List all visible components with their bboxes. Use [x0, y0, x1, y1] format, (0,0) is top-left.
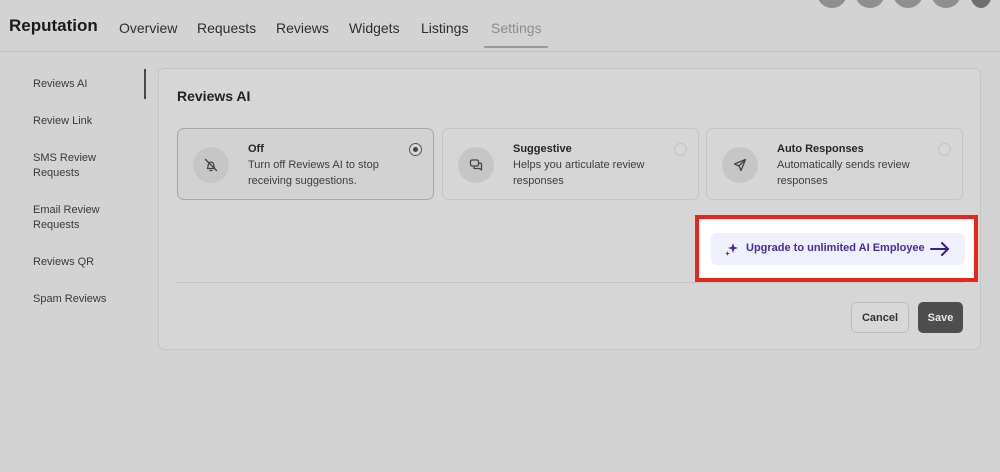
- arrow-right-icon: [929, 240, 951, 263]
- tab-reviews[interactable]: Reviews: [276, 20, 329, 36]
- tab-requests[interactable]: Requests: [197, 20, 256, 36]
- sidebar-item-review-link[interactable]: Review Link: [33, 114, 138, 129]
- radio-auto-responses[interactable]: [938, 143, 951, 156]
- option-title: Suggestive: [513, 143, 572, 155]
- sidebar-item-sms-review-requests[interactable]: SMS Review Requests: [33, 151, 113, 181]
- chat-bubbles-icon: [458, 147, 494, 183]
- radio-suggestive[interactable]: [674, 143, 687, 156]
- avatar[interactable]: [931, 0, 961, 8]
- option-description: Turn off Reviews AI to stop receiving su…: [248, 159, 379, 187]
- option-title: Off: [248, 143, 264, 155]
- top-navigation: Reputation Overview Requests Reviews Wid…: [0, 0, 1000, 52]
- tab-settings[interactable]: Settings: [491, 20, 542, 36]
- radio-off[interactable]: [409, 143, 422, 156]
- option-suggestive[interactable]: Suggestive Helps you articulate review r…: [442, 128, 699, 200]
- reviews-ai-card: Reviews AI Off Turn off Reviews AI to st…: [158, 68, 981, 350]
- bell-off-icon: [193, 147, 229, 183]
- avatar[interactable]: [855, 0, 885, 8]
- sidebar-active-indicator: [144, 69, 146, 99]
- avatar[interactable]: [893, 0, 923, 8]
- sidebar-item-spam-reviews[interactable]: Spam Reviews: [33, 292, 138, 307]
- active-tab-underline: [484, 46, 548, 48]
- option-auto-responses[interactable]: Auto Responses Automatically sends revie…: [706, 128, 963, 200]
- tab-listings[interactable]: Listings: [421, 20, 468, 36]
- cancel-button[interactable]: Cancel: [851, 302, 909, 333]
- upgrade-ai-employee-button[interactable]: Upgrade to unlimited AI Employee: [711, 233, 965, 265]
- sidebar-item-reviews-ai[interactable]: Reviews AI: [33, 77, 138, 92]
- send-icon: [722, 147, 758, 183]
- sparkles-icon: [724, 241, 740, 262]
- card-title: Reviews AI: [177, 88, 251, 104]
- sidebar-item-reviews-qr[interactable]: Reviews QR: [33, 255, 138, 270]
- sidebar-item-email-review-requests[interactable]: Email Review Requests: [33, 203, 113, 233]
- option-description: Automatically sends review responses: [777, 159, 910, 187]
- option-description: Helps you articulate review responses: [513, 159, 645, 187]
- divider: [177, 282, 964, 283]
- save-button[interactable]: Save: [918, 302, 963, 333]
- tab-widgets[interactable]: Widgets: [349, 20, 400, 36]
- highlight-box: Upgrade to unlimited AI Employee: [695, 215, 978, 282]
- avatar[interactable]: [970, 0, 992, 8]
- option-title: Auto Responses: [777, 143, 864, 155]
- avatar[interactable]: [817, 0, 847, 8]
- option-off[interactable]: Off Turn off Reviews AI to stop receivin…: [177, 128, 434, 200]
- upgrade-label: Upgrade to unlimited AI Employee: [746, 242, 925, 254]
- tab-overview[interactable]: Overview: [119, 20, 177, 36]
- app-title: Reputation: [9, 16, 98, 35]
